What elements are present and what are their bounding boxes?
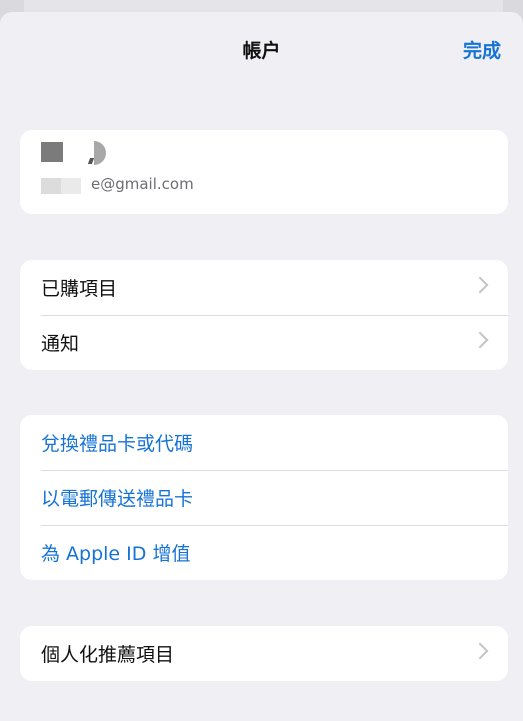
chevron-right-icon xyxy=(471,642,489,660)
purchases-group: 已購項目 通知 xyxy=(20,260,508,370)
redacted-avatar xyxy=(94,141,106,165)
row-label: 兌換禮品卡或代碼 xyxy=(41,433,194,455)
row-send-gift-card-email[interactable]: 以電郵傳送禮品卡 xyxy=(20,470,508,525)
redacted-email-prefix xyxy=(41,178,81,194)
account-sheet: 帳户 完成 e@gmail.com 已購項目 通知 兌換禮品卡或代碼 以電郵傳送… xyxy=(0,12,523,721)
redacted-mark xyxy=(87,158,95,164)
row-label: 通知 xyxy=(41,333,80,355)
done-button[interactable]: 完成 xyxy=(463,36,501,63)
personalization-group: 個人化推薦項目 xyxy=(20,626,508,681)
row-notifications[interactable]: 通知 xyxy=(20,315,508,370)
row-personalized-recommendations[interactable]: 個人化推薦項目 xyxy=(20,626,508,681)
gift-card-group: 兌換禮品卡或代碼 以電郵傳送禮品卡 為 Apple ID 增值 xyxy=(20,415,508,580)
row-label: 個人化推薦項目 xyxy=(41,644,175,666)
account-card[interactable]: e@gmail.com xyxy=(20,130,508,214)
row-label: 為 Apple ID 增值 xyxy=(41,543,191,565)
account-email: e@gmail.com xyxy=(91,175,194,193)
row-label: 以電郵傳送禮品卡 xyxy=(41,488,194,510)
row-label: 已購項目 xyxy=(41,278,118,300)
chevron-right-icon xyxy=(471,331,489,349)
navigation-bar: 帳户 完成 xyxy=(0,12,523,84)
row-purchased-items[interactable]: 已購項目 xyxy=(20,260,508,315)
row-add-funds-apple-id[interactable]: 為 Apple ID 增值 xyxy=(20,525,508,580)
row-redeem-gift-card[interactable]: 兌換禮品卡或代碼 xyxy=(20,415,508,470)
chevron-right-icon xyxy=(471,276,489,294)
redacted-name-block xyxy=(41,142,63,162)
page-title: 帳户 xyxy=(242,40,281,62)
